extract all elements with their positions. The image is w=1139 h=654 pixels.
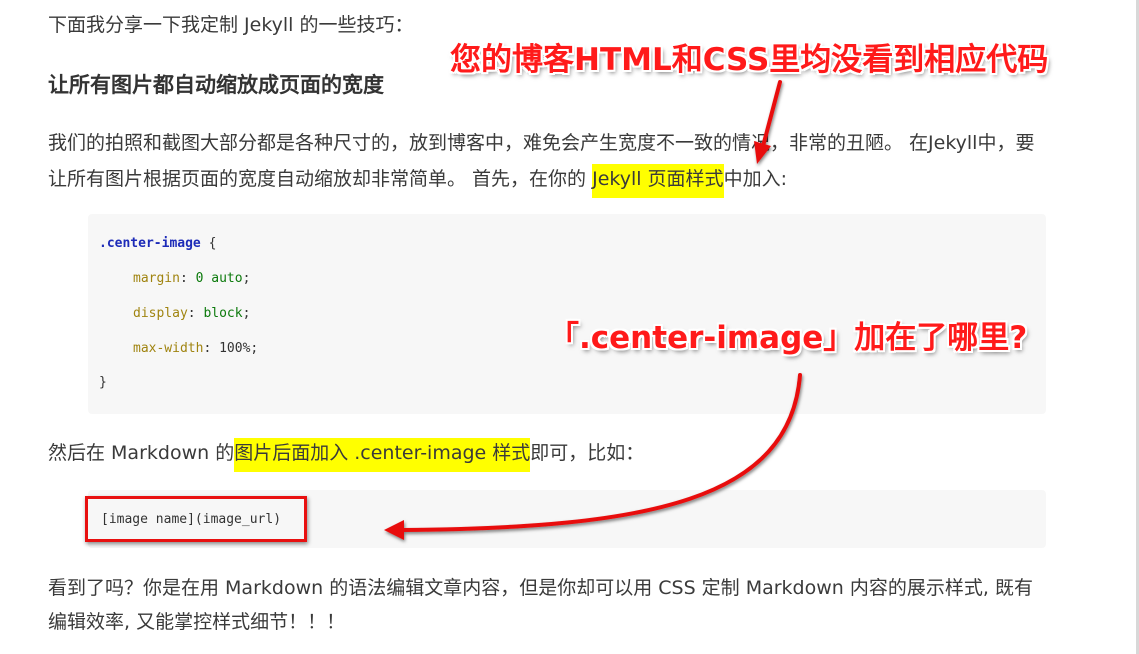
paragraph-2-text: 然后在 Markdown 的 — [48, 442, 235, 464]
paragraph-2-suffix: 即可，比如： — [530, 442, 645, 464]
code-prop-display: display — [133, 306, 188, 321]
code-close-brace: } — [99, 375, 107, 390]
paragraph-1-suffix: 中加入: — [723, 168, 787, 190]
highlight-center-image: 图片后面加入 .center-image 样式 — [234, 438, 531, 472]
code-open-brace: { — [200, 236, 217, 251]
paragraph-3-line-1: 看到了吗？你是在用 Markdown 的语法编辑文章内容，但是你却可以用 CSS… — [48, 577, 1033, 599]
paragraph-1-line-1: 我们的拍照和截图大部分都是各种尺寸的，放到博客中，难免会产生宽度不一致的情况，非… — [48, 132, 1035, 154]
paragraph-1-line-2: 让所有图片根据页面的宽度自动缩放却非常简单。 首先，在你的 Jekyll 页面样… — [48, 162, 787, 198]
code-line-display: display: block; — [133, 306, 251, 321]
code-val-display: block — [203, 306, 243, 321]
highlight-jekyll-style: Jekyll 页面样式 — [592, 164, 724, 198]
annotation-top-note: 您的博客HTML和CSS里均没看到相应代码 — [450, 42, 1049, 78]
code-val-max-width: 100% — [219, 341, 251, 356]
code-line-margin: margin: 0 auto; — [133, 271, 251, 286]
code-selector: .center-image — [99, 236, 201, 251]
intro-paragraph: 下面我分享一下我定制 Jekyll 的一些技巧： — [48, 14, 414, 36]
code-prop-margin: margin — [133, 271, 180, 286]
code-val-margin: 0 auto — [195, 271, 243, 286]
annotation-middle-note: 「.center-image」加在了哪里? — [548, 320, 1028, 356]
paragraph-2: 然后在 Markdown 的图片后面加入 .center-image 样式即可，… — [48, 436, 645, 472]
code-prop-max-width: max-width — [133, 341, 204, 356]
code-line-max-width: max-width: 100%; — [133, 341, 259, 356]
red-highlight-box — [85, 496, 307, 542]
code-line-selector: .center-image { — [99, 236, 216, 251]
paragraph-1-text: 让所有图片根据页面的宽度自动缩放却非常简单。 首先，在你的 — [48, 168, 593, 190]
paragraph-3-line-2: 编辑效率, 又能掌控样式细节！！！ — [48, 611, 346, 633]
section-heading: 让所有图片都自动缩放成页面的宽度 — [48, 73, 384, 97]
